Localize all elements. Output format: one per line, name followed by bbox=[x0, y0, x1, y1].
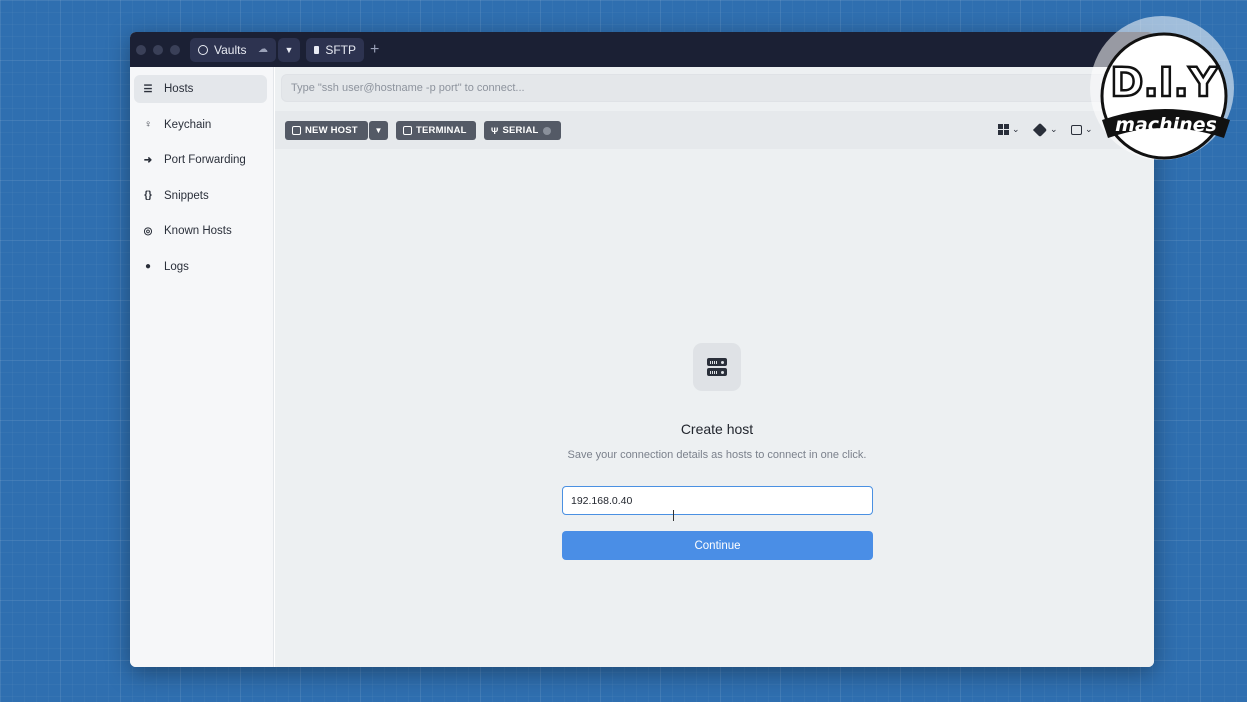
connect-input-placeholder: Type "ssh user@hostname -p port" to conn… bbox=[291, 82, 525, 94]
sidebar-item-hosts[interactable]: ☰ Hosts bbox=[134, 75, 267, 103]
tab-vaults[interactable]: Vaults ☁ bbox=[190, 37, 276, 62]
grid-icon bbox=[998, 124, 1009, 135]
sidebar: ☰ Hosts ♀ Keychain ➜ Port Forwarding {} … bbox=[130, 67, 274, 667]
server-icon bbox=[292, 126, 301, 135]
clock-icon: ● bbox=[144, 261, 152, 272]
server-icon: ☰ bbox=[143, 83, 153, 95]
chevron-down-icon: ▼ bbox=[284, 44, 294, 55]
terminal-icon bbox=[403, 126, 412, 135]
folder-icon bbox=[314, 45, 320, 54]
sidebar-item-label: Snippets bbox=[164, 189, 209, 202]
tab-sftp-label: SFTP bbox=[325, 42, 356, 57]
sidebar-item-port-forwarding[interactable]: ➜ Port Forwarding bbox=[134, 146, 267, 174]
sidebar-item-known-hosts[interactable]: ◎ Known Hosts bbox=[134, 217, 267, 245]
empty-state-subtitle: Save your connection details as hosts to… bbox=[567, 449, 867, 461]
logo-text-diy: D.I.Y bbox=[1110, 60, 1218, 106]
new-host-button[interactable]: NEW HOST bbox=[285, 121, 368, 140]
tag-icon bbox=[1032, 122, 1048, 137]
tab-sftp[interactable]: SFTP bbox=[306, 37, 364, 62]
layout-toggle[interactable]: ⌄ bbox=[998, 124, 1020, 135]
sidebar-item-snippets[interactable]: {} Snippets bbox=[134, 182, 267, 210]
title-bar: Vaults ☁ ▼ SFTP + bbox=[130, 32, 1154, 67]
key-icon: ♀ bbox=[144, 119, 152, 130]
empty-state-title: Create host bbox=[680, 421, 754, 437]
maximize-window-button[interactable] bbox=[170, 44, 180, 55]
main-panel: Type "ssh user@hostname -p port" to conn… bbox=[275, 67, 1154, 667]
toolbar: NEW HOST ▼ TERMINAL Ψ SERIAL ⌄ ⌄ ⌄ bbox=[275, 111, 1154, 149]
logo-text-machines: machines bbox=[1115, 114, 1217, 136]
sidebar-item-label: Keychain bbox=[164, 118, 212, 131]
sidebar-item-label: Hosts bbox=[164, 83, 194, 95]
chevron-down-icon: ⌄ bbox=[1050, 124, 1058, 134]
terminal-label: TERMINAL bbox=[416, 125, 467, 136]
calendar-icon bbox=[1071, 124, 1082, 135]
hostname-input[interactable]: 192.168.0.40 bbox=[562, 486, 873, 515]
new-tab-button[interactable]: + bbox=[370, 41, 379, 59]
arrow-forward-icon: ➜ bbox=[143, 154, 153, 166]
sidebar-item-label: Port Forwarding bbox=[164, 154, 246, 166]
chevron-down-icon: ⌄ bbox=[1012, 124, 1020, 134]
vault-dropdown-button[interactable]: ▼ bbox=[278, 37, 300, 62]
braces-icon: {} bbox=[144, 190, 152, 201]
server-icon bbox=[707, 358, 727, 376]
serial-button[interactable]: Ψ SERIAL bbox=[484, 121, 561, 140]
terminal-button[interactable]: TERMINAL bbox=[396, 121, 476, 140]
new-host-dropdown-button[interactable]: ▼ bbox=[369, 121, 388, 140]
sidebar-item-logs[interactable]: ● Logs bbox=[134, 253, 267, 281]
serial-label: SERIAL bbox=[502, 125, 539, 136]
hostname-input-value: 192.168.0.40 bbox=[571, 494, 633, 507]
serial-icon: Ψ bbox=[491, 125, 499, 136]
chevron-down-icon: ▼ bbox=[374, 126, 383, 135]
connect-input[interactable]: Type "ssh user@hostname -p port" to conn… bbox=[281, 74, 1144, 102]
app-window: Vaults ☁ ▼ SFTP + ☰ Hosts ♀ Keychain ➜ P… bbox=[130, 32, 1154, 667]
sidebar-item-label: Known Hosts bbox=[164, 225, 232, 237]
info-icon bbox=[542, 126, 551, 135]
diy-machines-logo: D.I.Y machines bbox=[1090, 16, 1234, 160]
vault-icon bbox=[198, 44, 208, 55]
sidebar-item-label: Logs bbox=[164, 260, 189, 273]
tag-filter[interactable]: ⌄ bbox=[1032, 122, 1058, 137]
window-controls bbox=[136, 44, 180, 55]
fingerprint-icon: ◎ bbox=[143, 225, 153, 237]
tab-vaults-label: Vaults bbox=[214, 42, 247, 57]
text-cursor-icon bbox=[673, 510, 674, 521]
close-window-button[interactable] bbox=[136, 44, 146, 55]
minimize-window-button[interactable] bbox=[153, 44, 163, 55]
cloud-icon: ☁ bbox=[258, 44, 268, 55]
new-host-label: NEW HOST bbox=[305, 125, 358, 136]
host-illustration-icon bbox=[693, 343, 741, 391]
continue-button[interactable]: Continue bbox=[562, 531, 873, 560]
sidebar-item-keychain[interactable]: ♀ Keychain bbox=[134, 111, 267, 139]
